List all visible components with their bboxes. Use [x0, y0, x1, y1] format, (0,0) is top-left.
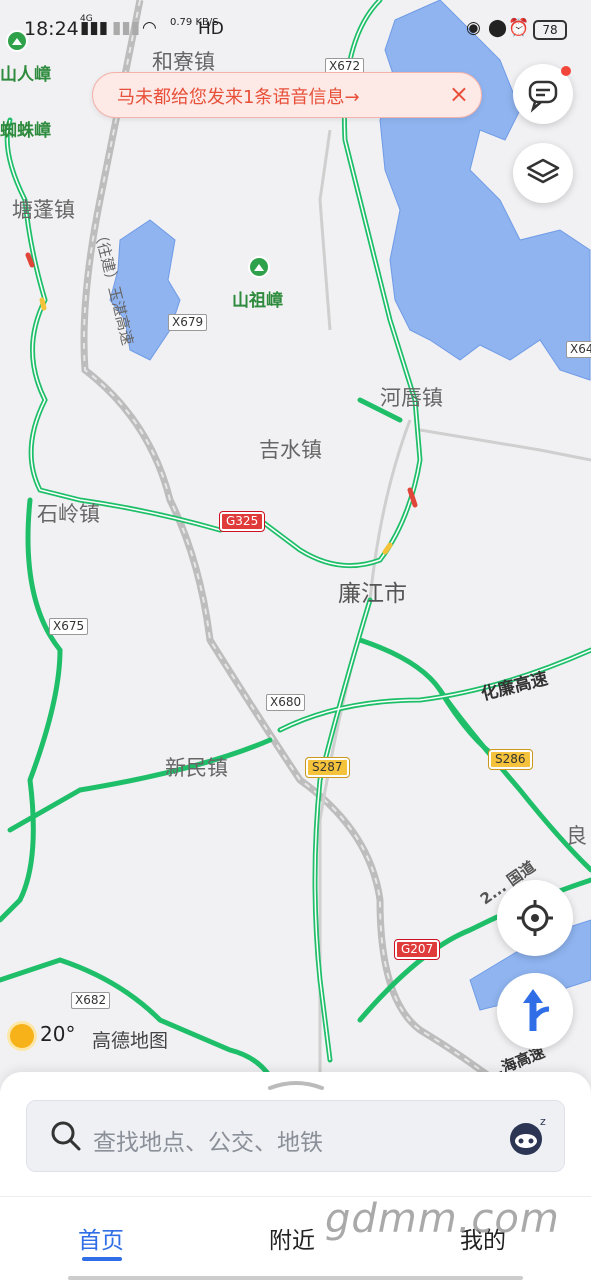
search-icon	[51, 1121, 81, 1151]
route-button[interactable]	[497, 973, 573, 1049]
watermark: gdmm.com	[325, 1196, 560, 1242]
map-app-screen: 和寮镇 山人嶂 蜘蛛嶂 塘蓬镇 山祖嶂 河唇镇 吉水镇 石岭镇 廉江市 新民镇 …	[0, 0, 591, 1280]
cell-signal-2-icon: ▮▮▮	[112, 18, 141, 38]
locate-me-button[interactable]	[497, 880, 573, 956]
tab-active-indicator	[82, 1257, 122, 1261]
place-zhuzhang[interactable]: 蜘蛛嶂	[0, 116, 51, 141]
location-icon: ◉	[466, 18, 481, 38]
road-s286: S286	[488, 749, 533, 770]
road-g207: G207	[393, 939, 441, 960]
home-indicator[interactable]	[68, 1276, 523, 1280]
route-arrow-icon	[523, 989, 550, 1031]
place-liang[interactable]: 良	[566, 820, 587, 850]
crosshair-icon	[517, 900, 553, 936]
place-tangpeng[interactable]: 塘蓬镇	[12, 194, 75, 224]
hd-indicator: HD	[198, 19, 224, 39]
road-x680: X680	[266, 694, 306, 711]
layers-icon	[526, 158, 560, 184]
notice-text[interactable]: 马未都给您发来1条语音信息→	[117, 83, 360, 109]
battery-indicator: 78	[533, 20, 567, 40]
unread-dot	[561, 66, 571, 76]
status-time: 18:24	[24, 18, 79, 40]
tab-home[interactable]: 首页	[78, 1221, 124, 1255]
status-bar: 18:24 ▮▮▮ 4G ▮▮▮ ◠ 0.79 KB/S HD ◉ ⬤ ⏰ 78	[0, 0, 591, 60]
search-input[interactable]: 查找地点、公交、地铁 z	[26, 1100, 565, 1172]
road-x682: X682	[71, 992, 111, 1009]
layers-button[interactable]	[513, 143, 573, 203]
alarm-icon: ⏰	[508, 18, 530, 38]
peak-icon[interactable]	[248, 256, 270, 278]
voice-assistant-icon[interactable]: z	[506, 1113, 552, 1159]
road-x675: X675	[49, 618, 89, 635]
weather-widget[interactable]: 20°	[10, 1022, 75, 1048]
place-shiling[interactable]: 石岭镇	[37, 498, 100, 528]
svg-text:z: z	[540, 1115, 546, 1128]
road-s287: S287	[305, 757, 350, 778]
sheet-handle-icon[interactable]	[268, 1080, 324, 1090]
network-type-label: 4G	[80, 14, 93, 24]
place-shanren[interactable]: 山人嶂	[0, 60, 51, 85]
place-shanzu[interactable]: 山祖嶂	[232, 286, 283, 311]
brand-logo: 高德地图	[92, 1030, 169, 1052]
weather-temp: 20°	[40, 1022, 76, 1046]
place-jishui[interactable]: 吉水镇	[259, 434, 322, 464]
close-icon[interactable]: ×	[449, 81, 469, 107]
place-lianjiang[interactable]: 廉江市	[338, 574, 407, 608]
gps-icon: ⬤	[488, 18, 508, 38]
road-x679: X679	[168, 314, 208, 331]
search-placeholder: 查找地点、公交、地铁	[93, 1130, 323, 1156]
place-heliu[interactable]: 河唇镇	[380, 382, 443, 412]
tab-nearby[interactable]: 附近	[269, 1221, 315, 1255]
sun-icon	[10, 1023, 34, 1048]
wifi-icon: ◠	[142, 18, 157, 38]
messages-button[interactable]	[513, 64, 573, 124]
road-g325: G325	[218, 511, 266, 532]
road-x64: X64	[566, 341, 591, 358]
place-xinmin[interactable]: 新民镇	[165, 752, 228, 782]
voice-message-notice[interactable]: 马未都给您发来1条语音信息→ ×	[92, 72, 482, 118]
